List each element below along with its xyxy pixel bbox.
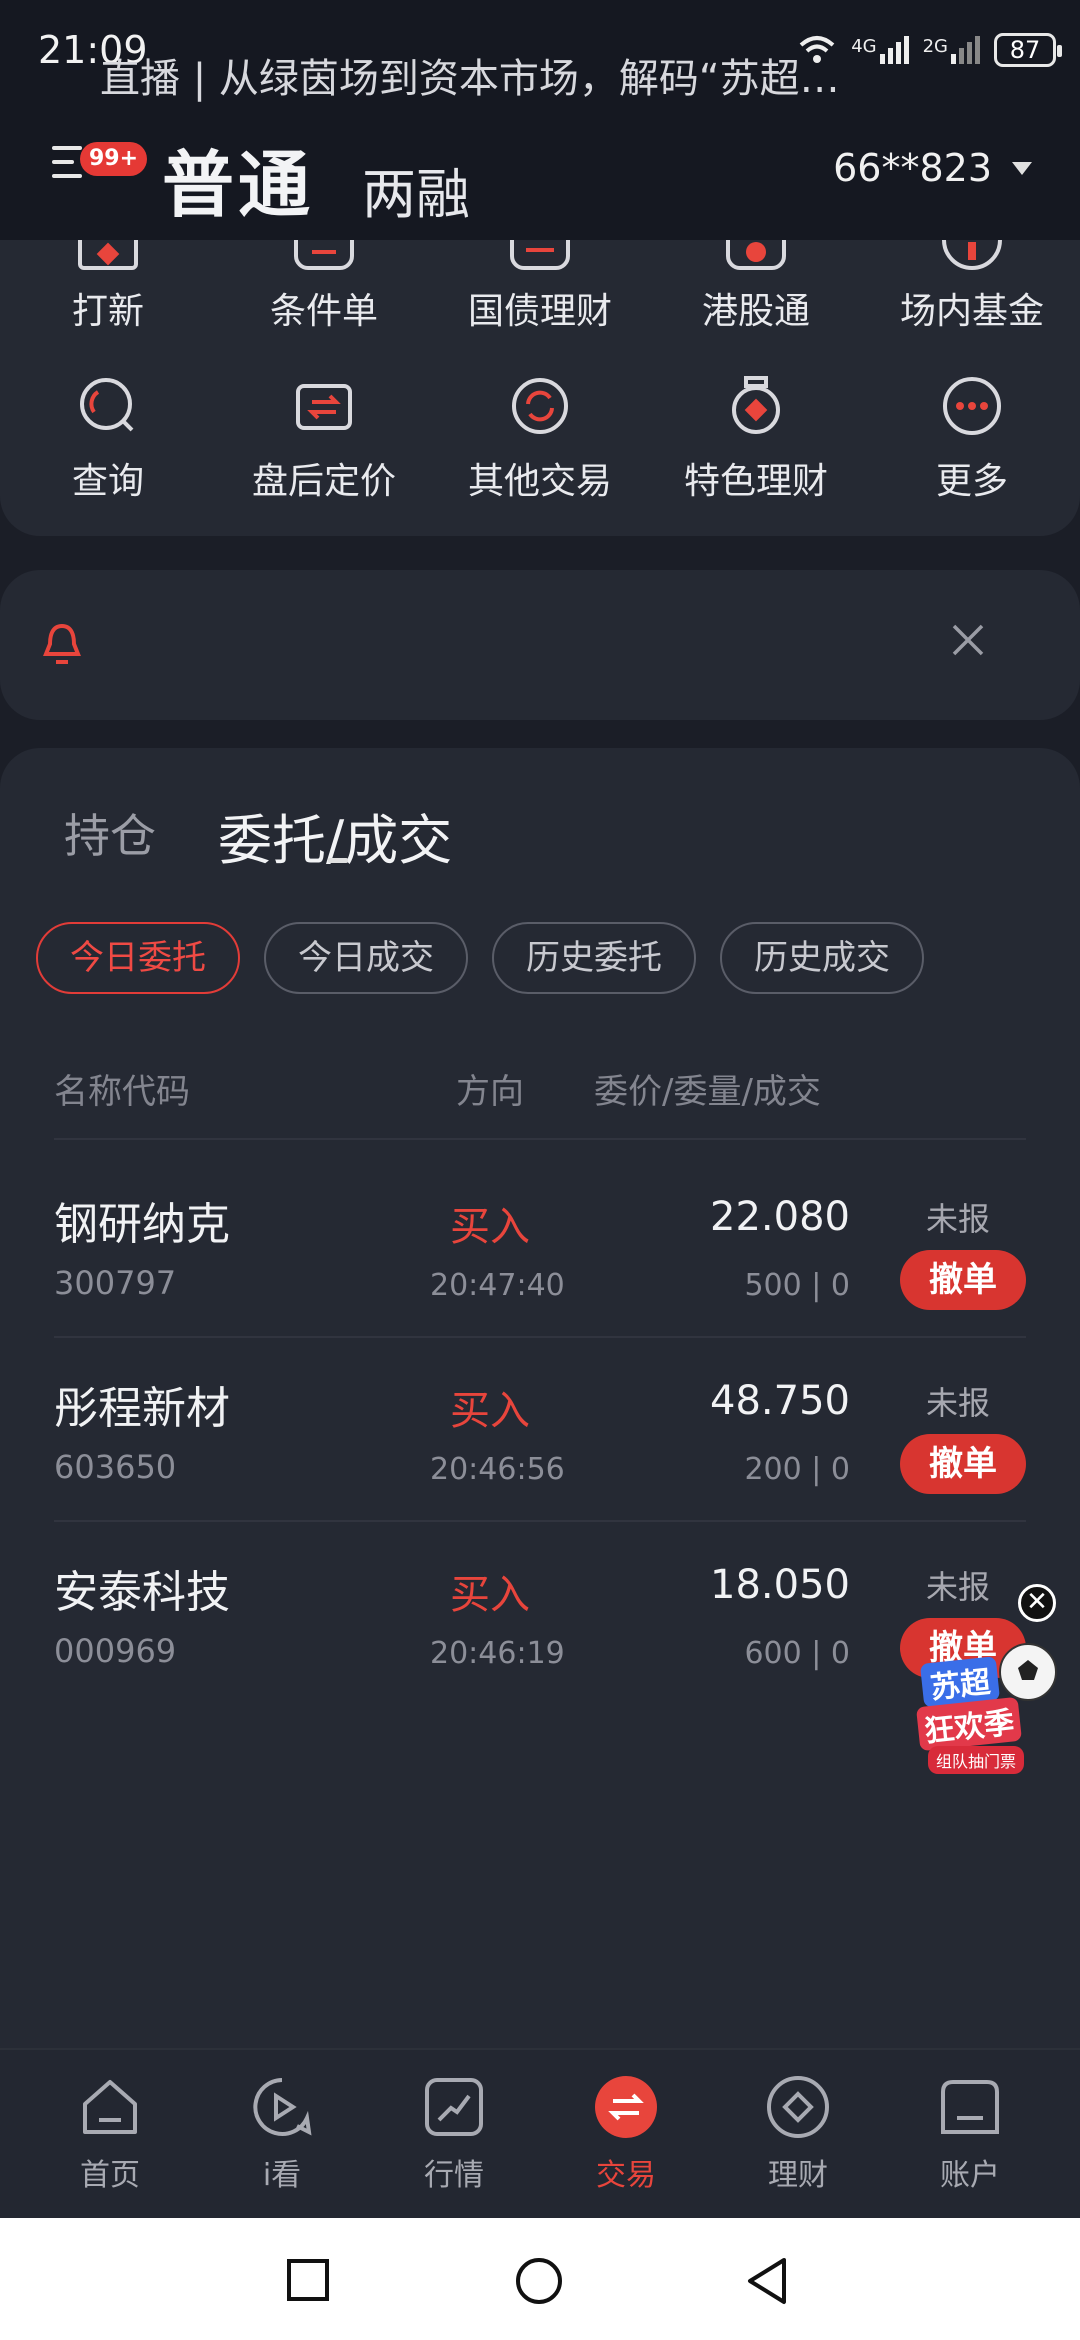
exchange-card-icon xyxy=(296,384,352,430)
order-direction: 买入 xyxy=(450,1572,530,1618)
notice-banner[interactable] xyxy=(0,570,1080,720)
grid-item-conditional-order[interactable]: 条件单 xyxy=(224,240,424,334)
order-direction: 买入 xyxy=(450,1388,530,1434)
filter-history-orders[interactable]: 历史委托 xyxy=(492,922,696,994)
divider xyxy=(54,1336,1026,1338)
col-price-header: 委价/委量/成交 xyxy=(594,1072,821,1112)
grid-item-more[interactable]: 更多 xyxy=(872,376,1072,504)
order-qty: 200 | 0 xyxy=(744,1452,850,1487)
order-price: 22.080 xyxy=(710,1194,850,1240)
close-icon[interactable] xyxy=(948,620,988,660)
account-selector[interactable]: 66**823 xyxy=(833,146,1032,190)
back-icon[interactable] xyxy=(744,2256,790,2306)
promo-float[interactable]: 苏超 狂欢季 组队抽门票 xyxy=(904,1636,1064,1776)
more-icon xyxy=(943,377,1001,435)
account-number: 66**823 xyxy=(833,146,992,190)
flower-icon xyxy=(726,240,786,270)
filter-today-trades[interactable]: 今日成交 xyxy=(264,922,468,994)
nav-trade[interactable]: 交易 xyxy=(556,2074,696,2194)
order-qty: 500 | 0 xyxy=(744,1268,850,1303)
nav-home[interactable]: 首页 xyxy=(40,2074,180,2194)
cancel-order-button[interactable]: 撤单 xyxy=(900,1250,1026,1310)
order-status: 未报 xyxy=(926,1568,991,1606)
page-title[interactable]: 普通 xyxy=(162,126,314,231)
bookmark-icon xyxy=(78,240,138,270)
order-price: 48.750 xyxy=(710,1378,850,1424)
tab-holdings[interactable]: 持仓 xyxy=(64,800,156,866)
filter-history-trades[interactable]: 历史成交 xyxy=(720,922,924,994)
system-nav-bar xyxy=(0,2218,1080,2340)
divider xyxy=(54,1138,1026,1140)
order-time: 20:47:40 xyxy=(430,1268,565,1303)
diamond-icon xyxy=(767,2076,829,2138)
battery-icon: 87 xyxy=(994,33,1062,67)
order-code: 603650 xyxy=(54,1448,177,1486)
grid-item-query[interactable]: 查询 xyxy=(8,376,208,504)
nav-watch[interactable]: i看 xyxy=(212,2074,352,2194)
play-icon xyxy=(253,2078,312,2136)
promo-line3: 组队抽门票 xyxy=(928,1746,1025,1774)
notice-text[interactable]: 直播 | 从绿茵场到资本市场，解码“苏超… xyxy=(100,46,840,104)
grid-item-other-trade[interactable]: 其他交易 xyxy=(440,376,640,504)
grid-item-special-finance[interactable]: 特色理财 xyxy=(656,376,856,504)
order-name[interactable]: 安泰科技 xyxy=(54,1556,230,1620)
nav-account[interactable]: 账户 xyxy=(900,2074,1040,2194)
margin-tab[interactable]: 两融 xyxy=(362,150,470,229)
col-direction-header: 方向 xyxy=(456,1072,524,1112)
shield-icon xyxy=(942,240,1002,270)
signal-2g-icon: 2G xyxy=(923,36,980,64)
order-time: 20:46:19 xyxy=(430,1636,565,1671)
order-name[interactable]: 钢研纳克 xyxy=(54,1188,230,1252)
grid-item-ipo[interactable]: 打新 xyxy=(8,240,208,334)
search-icon xyxy=(80,378,134,432)
divider xyxy=(54,1520,1026,1522)
order-time: 20:46:56 xyxy=(430,1452,565,1487)
grid-item-treasury[interactable]: 国债理财 xyxy=(440,240,640,334)
exchange-icon xyxy=(595,2076,657,2138)
order-code: 300797 xyxy=(54,1264,177,1302)
account-icon xyxy=(941,2080,999,2134)
bell-icon xyxy=(43,623,81,664)
tab-indicator xyxy=(328,858,348,863)
order-qty: 600 | 0 xyxy=(744,1636,850,1671)
order-name[interactable]: 彤程新材 xyxy=(54,1372,230,1436)
col-name-header: 名称代码 xyxy=(54,1072,190,1112)
order-status: 未报 xyxy=(926,1200,991,1238)
grid-item-etf[interactable]: 场内基金 xyxy=(872,240,1072,334)
order-status: 未报 xyxy=(926,1384,991,1422)
chart-icon xyxy=(425,2078,483,2136)
medal-icon xyxy=(732,376,780,434)
promo-close-icon[interactable]: ✕ xyxy=(1018,1584,1056,1622)
quick-actions-card: 打新 条件单 国债理财 港股通 场内基金 查询 盘后定价 其他交易 特色理财 更… xyxy=(0,240,1080,536)
home-circle-icon[interactable] xyxy=(514,2256,564,2306)
order-direction: 买入 xyxy=(450,1204,530,1250)
tab-orders[interactable]: 委托/成交 xyxy=(218,796,452,875)
chevron-down-icon xyxy=(1012,161,1032,175)
order-price: 18.050 xyxy=(710,1562,850,1608)
order-code: 000969 xyxy=(54,1632,177,1670)
wallet-icon xyxy=(510,240,570,270)
cancel-order-button[interactable]: 撤单 xyxy=(900,1434,1026,1494)
signal-4g-icon: 4G xyxy=(851,36,909,64)
menu-badge: 99+ xyxy=(80,142,148,176)
recents-icon[interactable] xyxy=(286,2258,330,2302)
refresh-icon xyxy=(512,378,568,434)
grid-item-after-hours[interactable]: 盘后定价 xyxy=(224,376,424,504)
home-icon xyxy=(83,2080,137,2134)
nav-finance[interactable]: 理财 xyxy=(728,2074,868,2194)
document-icon xyxy=(294,240,354,270)
nav-market[interactable]: 行情 xyxy=(384,2074,524,2194)
filter-today-orders[interactable]: 今日委托 xyxy=(36,922,240,994)
grid-item-hk-connect[interactable]: 港股通 xyxy=(656,240,856,334)
